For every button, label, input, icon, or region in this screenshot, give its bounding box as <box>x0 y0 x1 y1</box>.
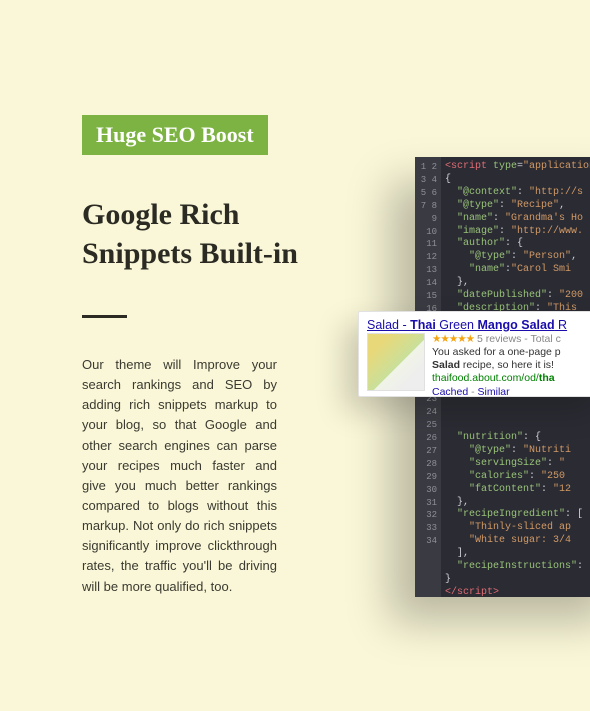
google-snippet-card: Salad - Thai Green Mango Salad R ★★★★★ 5… <box>358 311 590 397</box>
similar-link: Similar <box>478 386 510 398</box>
star-icon: ★★★★★ <box>432 333 474 345</box>
snippet-title: Salad - Thai Green Mango Salad R <box>367 318 590 332</box>
seo-badge: Huge SEO Boost <box>82 115 268 155</box>
headline: Google Rich Snippets Built-in <box>82 195 342 273</box>
divider <box>82 315 127 318</box>
body-copy: Our theme will Improve your search ranki… <box>82 355 277 597</box>
cached-link: Cached <box>432 386 468 398</box>
snippet-thumbnail <box>367 333 425 391</box>
snippet-text: ★★★★★ 5 reviews - Total c You asked for … <box>432 333 561 397</box>
